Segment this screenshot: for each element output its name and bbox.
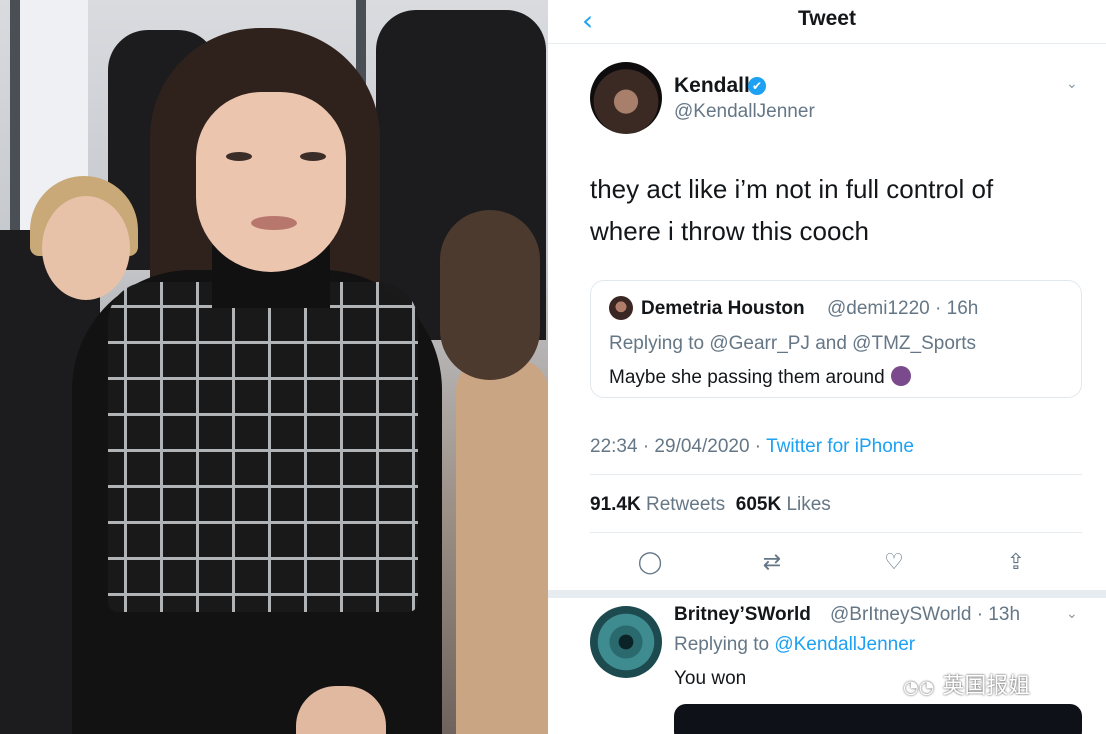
quoted-tweet-text: Maybe she passing them around [609, 366, 911, 389]
subject-patterned-vest [108, 282, 418, 612]
section-divider [548, 590, 1106, 598]
tweet-nav-bar: ‹ Tweet [548, 0, 1106, 44]
tweet-actions-bar: ◯ ⇄ ♡ ⇪ [590, 546, 1070, 580]
reply-author-avatar[interactable] [590, 606, 662, 678]
subject-eye [300, 152, 326, 161]
retweet-icon[interactable]: ⇄ [752, 546, 792, 580]
like-count[interactable]: 605K [736, 494, 781, 515]
quoted-text-content: Maybe she passing them around [609, 367, 885, 388]
watermark: ◔◔ 英国报姐 [903, 668, 1030, 700]
timestamp-text: 22:34 · 29/04/2020 · [590, 436, 767, 457]
background-person-right [456, 360, 548, 734]
tweet-timestamp: 22:34 · 29/04/2020 · Twitter for iPhone [590, 436, 914, 458]
divider [590, 474, 1082, 475]
subject-face [196, 92, 346, 272]
quoted-author-name: Demetria Houston [641, 298, 805, 319]
replying-prefix: Replying to [674, 634, 775, 655]
nav-title: Tweet [798, 7, 856, 30]
reply-author-handle[interactable]: @BrItneySWorld · 13h [830, 604, 1020, 626]
reply-text: You won [674, 668, 747, 689]
divider [590, 532, 1082, 533]
source-link[interactable]: Twitter for iPhone [766, 436, 914, 457]
emoji-icon [890, 366, 911, 386]
fashion-photo [0, 0, 548, 734]
wechat-icon: ◔◔ [903, 677, 935, 698]
replying-handle-link[interactable]: @KendallJenner [774, 634, 915, 655]
chevron-down-icon[interactable]: ⌄ [1066, 76, 1078, 92]
chevron-down-icon[interactable]: ⌄ [1066, 606, 1078, 622]
retweet-label[interactable]: Retweets [646, 494, 725, 515]
retweet-count[interactable]: 91.4K [590, 494, 641, 515]
verified-badge-icon: ✔ [748, 77, 766, 95]
reply-icon[interactable]: ◯ [630, 546, 670, 580]
quoted-replying-to: Replying to @Gearr_PJ and @TMZ_Sports [609, 333, 976, 354]
background-woman-face [42, 196, 130, 300]
tweet-screenshot: ‹ Tweet Kendall ✔ @KendallJenner ⌄ they … [548, 0, 1106, 734]
quoted-author-avatar [609, 296, 633, 320]
share-icon[interactable]: ⇪ [996, 546, 1036, 580]
window-frame [10, 0, 20, 250]
tweet-text: they act like i’m not in full control of… [590, 174, 994, 246]
watermark-text: 英国报姐 [942, 674, 1031, 699]
background-person-hair [440, 210, 540, 380]
reply-replying-to: Replying to @KendallJenner [674, 634, 915, 656]
quoted-author-handle: @demi1220 · 16h [827, 298, 979, 319]
like-icon[interactable]: ♡ [874, 546, 914, 580]
subject-lips [251, 216, 297, 230]
author-handle[interactable]: @KendallJenner [674, 101, 815, 123]
author-name[interactable]: Kendall [674, 74, 750, 98]
reply-media-preview[interactable] [674, 704, 1082, 734]
reply-author-name[interactable]: Britney’SWorld [674, 604, 811, 626]
quoted-tweet-card[interactable]: Demetria Houston @demi1220 · 16h Replyin… [590, 280, 1082, 398]
engagement-counts: 91.4K Retweets 605K Likes [590, 494, 831, 516]
author-avatar[interactable] [590, 62, 662, 134]
like-label[interactable]: Likes [786, 494, 830, 515]
subject-eye [226, 152, 252, 161]
